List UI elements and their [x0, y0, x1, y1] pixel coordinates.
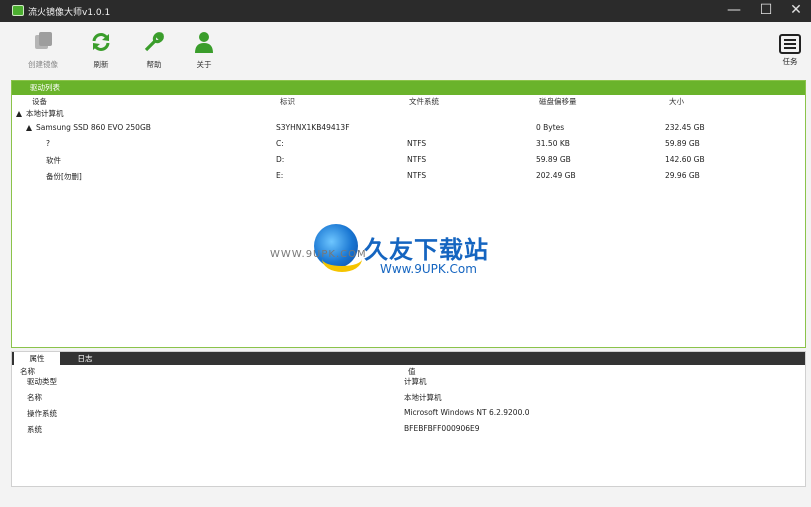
watermark: WWW.9UPK.COM 久友下载站 Www.9UPK.Com — [270, 206, 518, 300]
partition-filesystem: NTFS — [407, 139, 427, 148]
properties-panel: 属性 日志 名称 值 驱动类型 计算机 名称 本地计算机 操作系统 Micros… — [11, 351, 806, 487]
status-strip — [0, 490, 811, 507]
partition-size: 29.96 GB — [665, 171, 700, 180]
property-row[interactable]: 名称 本地计算机 — [12, 389, 805, 405]
drive-list-header: 驱动列表 — [12, 81, 805, 95]
watermark-brand: 久友下载站 — [364, 236, 489, 264]
partition-label: D: — [276, 155, 285, 164]
property-value: 计算机 — [404, 377, 427, 386]
partition-size: 142.60 GB — [665, 155, 705, 164]
watermark-url: WWW.9UPK.COM — [270, 249, 367, 260]
partition-label: C: — [276, 139, 284, 148]
property-row[interactable]: 操作系统 Microsoft Windows NT 6.2.9200.0 — [12, 405, 805, 421]
partition-filesystem: NTFS — [407, 171, 427, 180]
partition-row[interactable]: ? C: NTFS 31.50 KB 59.89 GB — [12, 136, 805, 151]
partition-offset: 31.50 KB — [536, 139, 570, 148]
property-row[interactable]: 驱动类型 计算机 — [12, 373, 805, 389]
property-name: 驱动类型 — [27, 377, 57, 386]
partition-row[interactable]: 备份[勿删] E: NTFS 202.49 GB 29.96 GB — [12, 168, 805, 183]
property-name: 操作系统 — [27, 409, 57, 418]
create-image-icon — [35, 32, 52, 49]
tab-properties[interactable]: 属性 — [14, 352, 60, 365]
property-row[interactable]: 系统 BFEBFBFF000906E9 — [12, 421, 805, 437]
partition-offset: 59.89 GB — [536, 155, 571, 164]
tab-bar: 属性 日志 — [12, 352, 805, 365]
watermark-logo-icon — [314, 224, 362, 272]
partition-name: 软件 — [46, 156, 61, 165]
disk-name: Samsung SSD 860 EVO 250GB — [36, 123, 151, 132]
property-name: 系统 — [27, 425, 42, 434]
partition-name: 备份[勿删] — [46, 172, 82, 181]
create-image-button[interactable]: 创建镜像 — [18, 30, 68, 70]
menu-icon — [779, 34, 801, 54]
refresh-label: 刷新 — [93, 60, 109, 69]
disk-label: S3YHNX1KB49413F — [276, 123, 350, 132]
computer-name: 本地计算机 — [26, 109, 64, 118]
window-title: 流火镜像大师v1.0.1 — [28, 8, 111, 18]
tree-row-computer[interactable]: 本地计算机 — [12, 105, 805, 120]
property-value: Microsoft Windows NT 6.2.9200.0 — [404, 408, 530, 417]
tasks-label: 任务 — [782, 57, 798, 66]
partition-offset: 202.49 GB — [536, 171, 576, 180]
partition-size: 59.89 GB — [665, 139, 700, 148]
about-button[interactable]: 关于 — [179, 30, 229, 70]
watermark-site: Www.9UPK.Com — [380, 262, 477, 276]
property-name: 名称 — [27, 393, 42, 402]
toolbar: 创建镜像 刷新 帮助 关于 任务 — [0, 22, 811, 78]
drive-list-panel: 驱动列表 设备 标识 文件系统 磁盘偏移量 大小 本地计算机 Samsung S… — [11, 80, 806, 348]
partition-label: E: — [276, 171, 284, 180]
app-icon — [12, 5, 24, 16]
minimize-button[interactable]: — — [716, 0, 752, 22]
close-button[interactable]: ✕ — [778, 0, 811, 22]
tasks-button[interactable]: 任务 — [777, 34, 803, 67]
create-image-label: 创建镜像 — [28, 60, 58, 69]
help-button[interactable]: 帮助 — [129, 30, 179, 70]
partition-filesystem: NTFS — [407, 155, 427, 164]
property-value: BFEBFBFF000906E9 — [404, 424, 480, 433]
partition-row[interactable]: 软件 D: NTFS 59.89 GB 142.60 GB — [12, 152, 805, 167]
wrench-icon — [144, 32, 164, 52]
refresh-icon — [92, 33, 110, 51]
user-icon — [195, 32, 213, 53]
disk-offset: 0 Bytes — [536, 123, 565, 132]
about-label: 关于 — [196, 60, 212, 69]
refresh-button[interactable]: 刷新 — [76, 30, 126, 70]
help-label: 帮助 — [146, 60, 162, 69]
title-bar: 流火镜像大师v1.0.1 — ☐ ✕ — [0, 0, 811, 22]
tree-row-disk[interactable]: Samsung SSD 860 EVO 250GB S3YHNX1KB49413… — [12, 120, 805, 135]
tab-log[interactable]: 日志 — [62, 352, 108, 365]
partition-name: ? — [46, 139, 50, 148]
property-value: 本地计算机 — [404, 393, 442, 402]
disk-size: 232.45 GB — [665, 123, 705, 132]
expand-triangle-icon[interactable] — [16, 111, 22, 117]
expand-triangle-icon[interactable] — [26, 125, 32, 131]
